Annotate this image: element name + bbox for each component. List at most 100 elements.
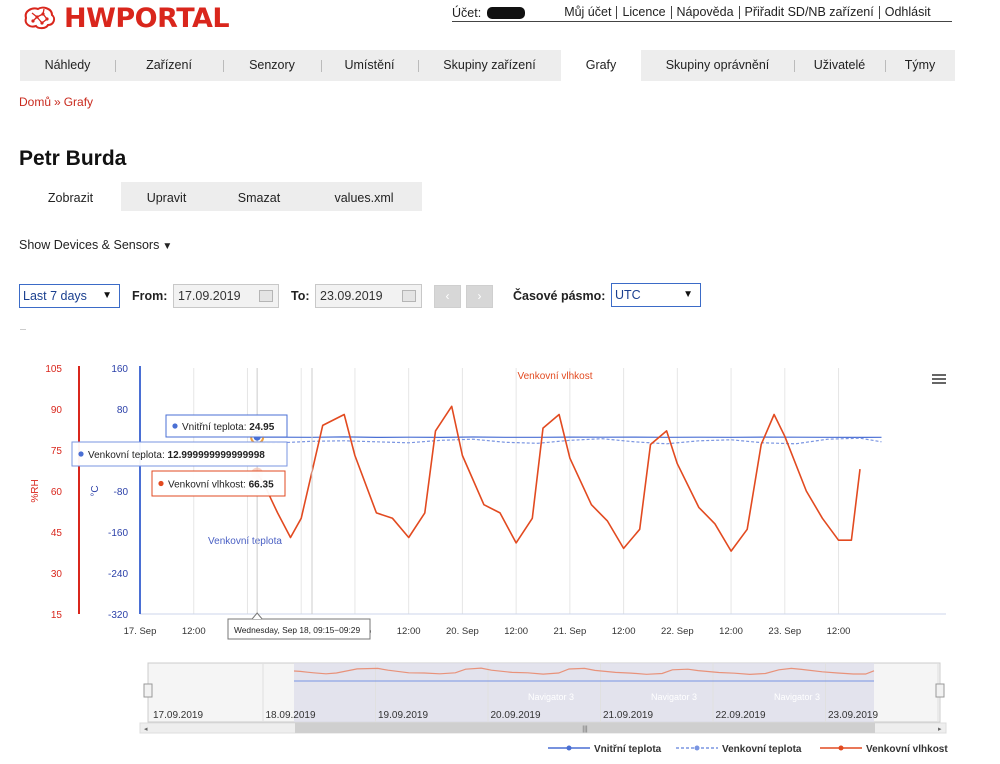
tooltip-dot (78, 451, 84, 457)
from-label: From: (132, 289, 168, 303)
legend-item[interactable]: Vnitřní teplota (548, 744, 662, 755)
x-tick-label: 12:00 (612, 626, 636, 637)
navigator-date-label: 20.09.2019 (491, 710, 541, 721)
mid-axis-title: °C (90, 485, 101, 496)
left-tick-label: 105 (45, 364, 62, 375)
tab-zobrazit[interactable]: Zobrazit (20, 182, 121, 211)
link-licence[interactable]: Licence (617, 6, 672, 19)
link-assign-device[interactable]: Přiřadit SD/NB zařízení (740, 6, 880, 19)
legend-label: Venkovní vlhkost (866, 744, 948, 755)
tooltip-vnitrni: Vnitřní teplota: 24.95 (165, 414, 288, 438)
prev-period-button[interactable]: ‹ (434, 285, 461, 308)
left-tick-label: 45 (51, 528, 63, 539)
to-label: To: (291, 289, 310, 303)
x-tick-label: 23. Sep (768, 626, 801, 637)
nav-item-skupiny-zarizeni[interactable]: Skupiny zařízení (418, 50, 561, 81)
left-tick-label: 15 (51, 610, 63, 621)
mid-tick-label: -160 (108, 528, 128, 539)
breadcrumb-current[interactable]: Grafy (64, 95, 93, 109)
tooltip-venkovni-teplota: Venkovní teplota: 12.999999999999998 (71, 441, 288, 467)
navigator-date-label: 23.09.2019 (828, 710, 878, 721)
chart-axes: 105 90 75 60 45 30 15 %RH 160 80 -80 -160 -240 -320 °C… (30, 364, 850, 637)
x-tick-label: 20. Sep (446, 626, 479, 637)
nav-item-skupiny-opravneni[interactable]: Skupiny oprávnění (641, 50, 794, 81)
navigator-handle[interactable] (143, 683, 153, 698)
link-my-account[interactable]: Můj účet (559, 6, 618, 19)
legend-item[interactable]: Venkovní teplota (676, 744, 802, 755)
nav-item-uzivatele[interactable]: Uživatelé (794, 50, 885, 81)
legend-item[interactable]: Venkovní vlhkost (820, 744, 948, 755)
navigator-date-label: 19.09.2019 (378, 710, 428, 721)
tooltip-text: Venkovní teplota: 12.999999999999998 (88, 450, 265, 461)
x-tick-label: 12:00 (827, 626, 851, 637)
left-tick-label: 60 (51, 487, 63, 498)
next-period-button[interactable]: › (466, 285, 493, 308)
hamburger-bar (932, 374, 946, 376)
logo[interactable]: HWPORTAL (20, 3, 230, 34)
legend-label: Vnitřní teplota (594, 744, 662, 755)
left-tick-label: 30 (51, 569, 63, 580)
timezone-select[interactable]: UTC ▼ (611, 283, 701, 307)
navigator-series-label: Navigator 3 (651, 692, 697, 702)
tooltip-label: Venkovní teplota: (88, 450, 168, 461)
nav-item-tymy[interactable]: Týmy (885, 50, 955, 81)
chart-series: Venkovní vlhkost Venkovní teplota (208, 371, 946, 552)
x-tick-label: 12:00 (719, 626, 743, 637)
mid-tick-label: -80 (114, 487, 129, 498)
chevron-down-icon: ▼ (102, 290, 112, 301)
chart-navigator: 17.09.2019 18.09.2019 19.09.2019 20.09.2019… (139, 662, 947, 734)
calendar-icon[interactable] (259, 290, 273, 302)
from-date-input[interactable]: 17.09.2019 (173, 284, 279, 308)
hamburger-icon[interactable] (932, 374, 946, 384)
breadcrumb-separator: » (54, 95, 61, 109)
x-tick-label: 12:00 (397, 626, 421, 637)
calendar-icon[interactable] (402, 290, 416, 302)
tab-upravit[interactable]: Upravit (121, 182, 212, 211)
tooltip-value: 66.35 (249, 480, 274, 491)
navigator-date-label: 22.09.2019 (716, 710, 766, 721)
nav-item-nahledy[interactable]: Náhledy (20, 50, 115, 81)
link-logout[interactable]: Odhlásit (880, 6, 931, 19)
navigator-handle[interactable] (935, 683, 945, 698)
nav-item-grafy[interactable]: Grafy (561, 50, 641, 81)
x-tick-label: 12:00 (182, 626, 206, 637)
show-devices-label: Show Devices & Sensors (19, 238, 160, 252)
mid-tick-label: 80 (117, 405, 129, 416)
show-devices-toggle[interactable]: Show Devices & Sensors ▼ (19, 238, 172, 252)
navigator-date-label: 21.09.2019 (603, 710, 653, 721)
nav-item-zarizeni[interactable]: Zařízení (115, 50, 223, 81)
tab-values-xml[interactable]: values.xml (306, 182, 422, 211)
chart-legend: Vnitřní teplota Venkovní teplota Venkovní … (548, 744, 948, 755)
left-tick-label: 75 (51, 446, 63, 457)
account-label: Účet: (452, 5, 482, 20)
nav-item-umisteni[interactable]: Umístění (321, 50, 418, 81)
nav-item-senzory[interactable]: Senzory (223, 50, 321, 81)
x-tick-label: 22. Sep (661, 626, 694, 637)
x-tick-label: 12:00 (504, 626, 528, 637)
scrollbar-grip: ||| (582, 726, 588, 733)
legend-marker (838, 745, 844, 751)
x-tick-label: 21. Sep (553, 626, 586, 637)
range-select[interactable]: Last 7 days ▼ (19, 284, 120, 308)
hamburger-bar (932, 378, 946, 380)
to-date-value: 23.09.2019 (320, 289, 383, 303)
breadcrumb-home[interactable]: Domů (19, 95, 51, 109)
account-name-redacted (487, 6, 526, 19)
tooltip-value: 12.999999999999998 (168, 450, 266, 461)
left-tick-label: 90 (51, 405, 63, 416)
page-title: Petr Burda (19, 147, 127, 170)
link-help[interactable]: Nápověda (672, 6, 740, 19)
to-date-input[interactable]: 23.09.2019 (315, 284, 422, 308)
tab-smazat[interactable]: Smazat (212, 182, 306, 211)
chart[interactable]: 105 90 75 60 45 30 15 %RH 160 80 -80 -160 -240 -320 °C… (0, 340, 1000, 764)
navigator-series-label: Navigator 3 (774, 692, 820, 702)
tooltip-text: Vnitřní teplota: 24.95 (182, 422, 275, 433)
tooltip-label: Venkovní vlhkost: (168, 480, 249, 491)
x-tick-label: 17. Sep (124, 626, 157, 637)
scroll-left-icon: ◂ (144, 725, 148, 733)
breadcrumb: Domů» Grafy (19, 95, 93, 109)
hamburger-bar (932, 382, 946, 384)
legend-marker (566, 745, 572, 751)
legend-label: Venkovní teplota (722, 744, 802, 755)
navigator-date-label: 18.09.2019 (266, 710, 316, 721)
